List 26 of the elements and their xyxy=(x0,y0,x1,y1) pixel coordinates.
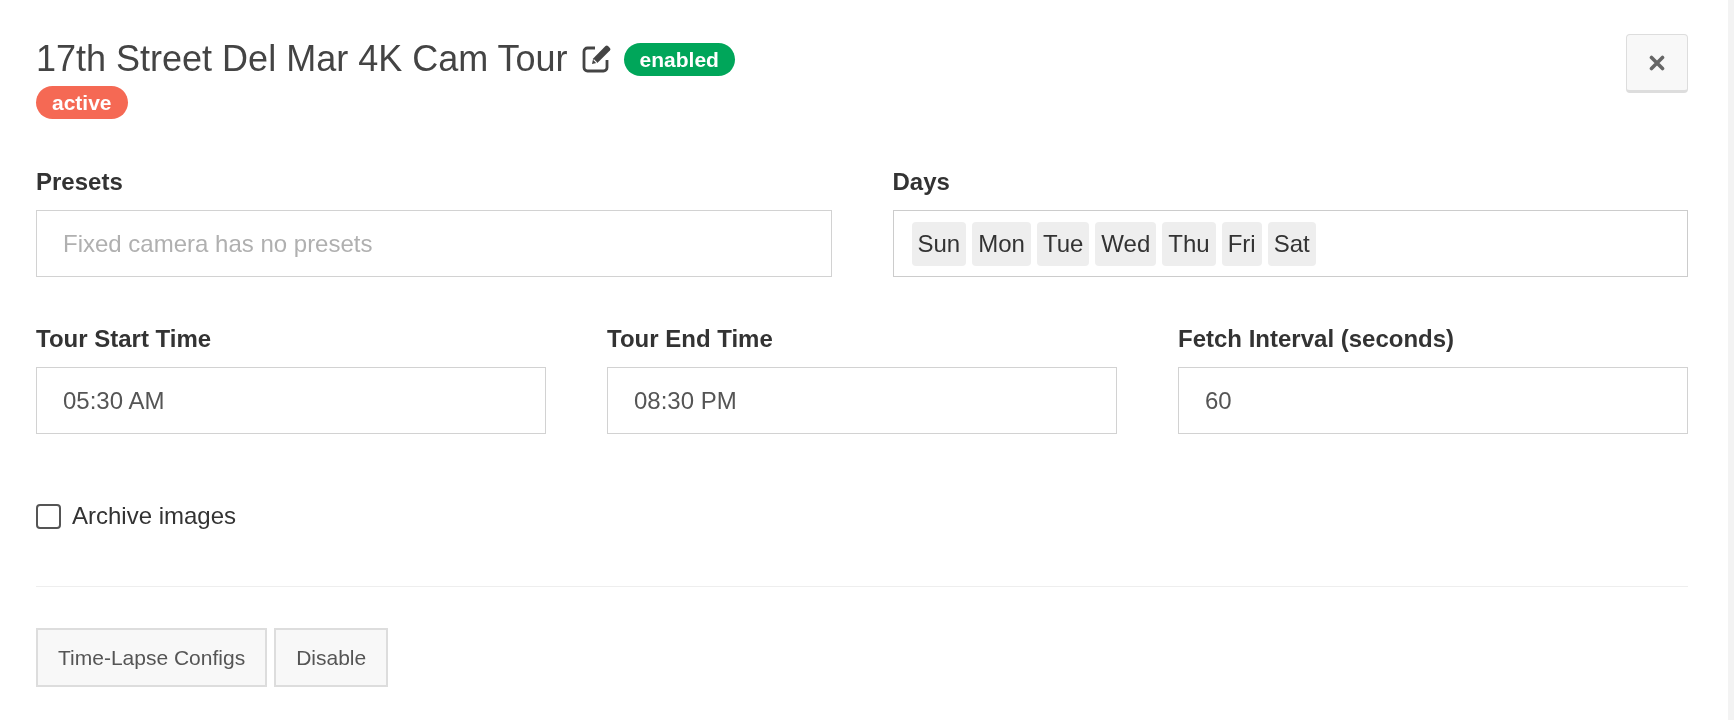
day-tag: Sun xyxy=(911,221,967,266)
status-badge: enabled xyxy=(623,42,735,76)
day-tag: Tue xyxy=(1036,221,1090,266)
input-field[interactable]: Fixed camera has no presets xyxy=(36,210,832,277)
field-label: Presets xyxy=(36,167,123,197)
field-label: Tour Start Time xyxy=(36,324,212,354)
close-button[interactable] xyxy=(1626,34,1688,93)
close-icon xyxy=(1649,54,1665,71)
day-tag: Wed xyxy=(1095,221,1157,266)
action-button[interactable]: Time-Lapse Configs xyxy=(36,628,268,687)
checkbox-label: Archive images xyxy=(72,501,237,531)
status-badge: active xyxy=(36,86,128,119)
field-label: Days xyxy=(892,167,950,197)
day-tag: Thu xyxy=(1162,221,1216,266)
page-title: 17th Street Del Mar 4K Cam Tour xyxy=(36,37,568,81)
day-tag: Mon xyxy=(972,221,1031,266)
day-tag: Sat xyxy=(1267,221,1316,266)
field-label: Tour End Time xyxy=(607,324,773,354)
days-field[interactable]: Sun Mon Tue Wed Thu Fri Sat xyxy=(892,210,1688,277)
input-field[interactable]: 60 xyxy=(1178,367,1688,434)
field-label: Fetch Interval (seconds) xyxy=(1178,324,1455,354)
input-field[interactable]: 05:30 AM xyxy=(36,367,546,434)
action-button[interactable]: Disable xyxy=(274,628,389,687)
day-tag: Fri xyxy=(1221,221,1262,266)
input-field[interactable]: 08:30 PM xyxy=(607,367,1117,434)
checkbox[interactable] xyxy=(36,503,61,529)
